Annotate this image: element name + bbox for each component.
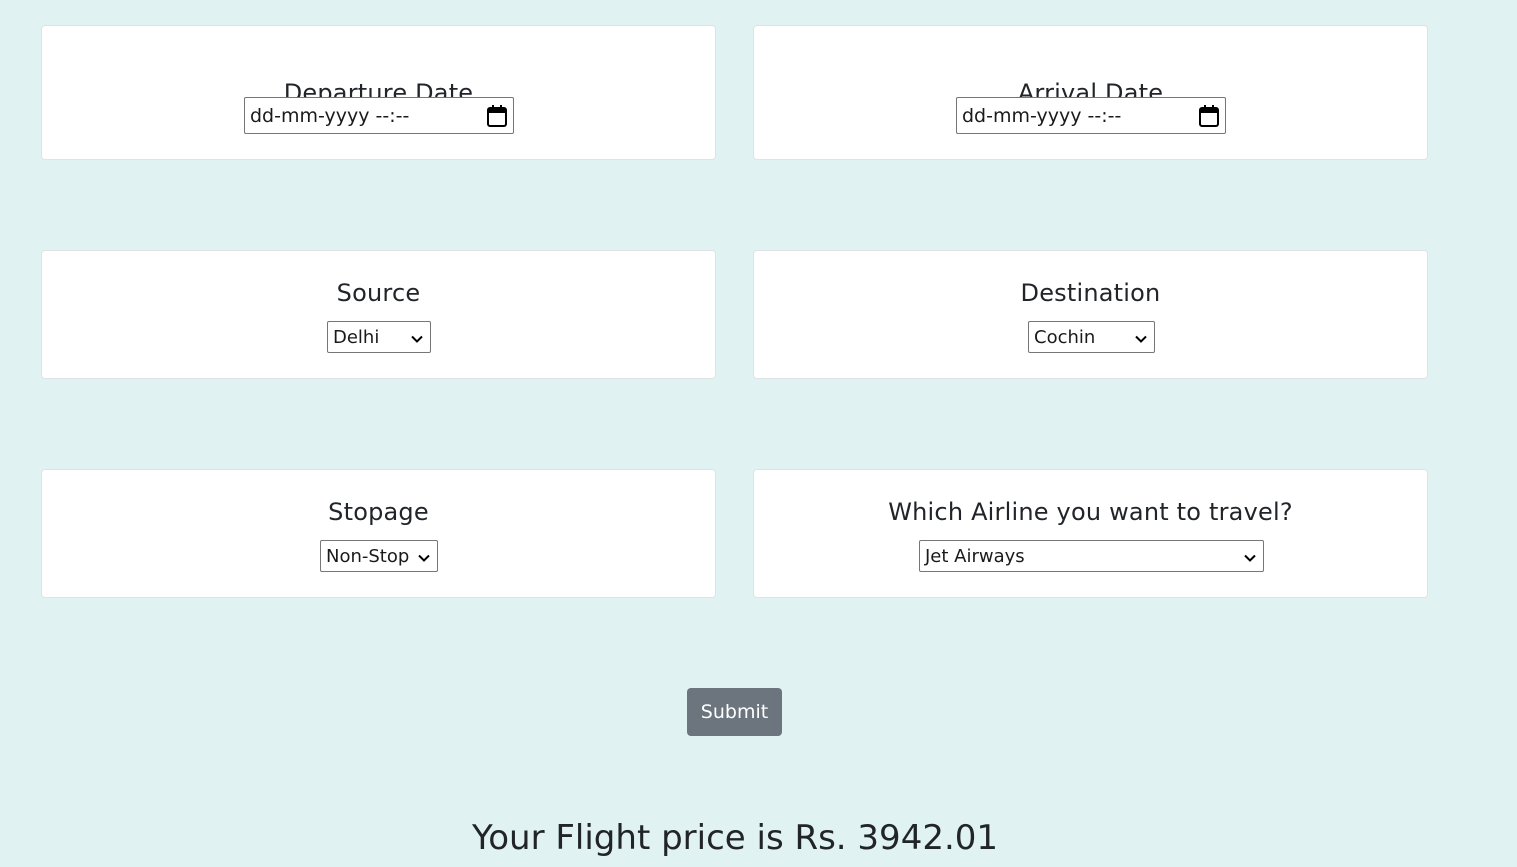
calendar-icon[interactable] (487, 104, 507, 127)
arrival-date-card: Arrival Date dd-mm-yyyy --:-- (753, 25, 1428, 160)
stopage-selected-value: Non-Stop (326, 545, 410, 567)
source-select[interactable]: Delhi (327, 321, 431, 353)
departure-date-placeholder: dd-mm-yyyy --:-- (250, 104, 410, 127)
airline-selected-value: Jet Airways (925, 545, 1025, 567)
destination-select[interactable]: Cochin (1028, 321, 1155, 353)
departure-date-card: Departure Date dd-mm-yyyy --:-- (41, 25, 716, 160)
chevron-down-icon (417, 549, 431, 563)
submit-button[interactable]: Submit (687, 688, 782, 736)
stopage-title: Stopage (328, 498, 429, 526)
calendar-icon[interactable] (1199, 104, 1219, 127)
submit-button-label: Submit (700, 701, 769, 723)
destination-selected-value: Cochin (1034, 326, 1096, 348)
arrival-date-input[interactable]: dd-mm-yyyy --:-- (956, 97, 1226, 134)
stopage-select[interactable]: Non-Stop (320, 540, 438, 572)
destination-card: Destination Cochin (753, 250, 1428, 379)
chevron-down-icon (410, 330, 424, 344)
chevron-down-icon (1134, 330, 1148, 344)
source-card: Source Delhi (41, 250, 716, 379)
source-selected-value: Delhi (333, 326, 380, 348)
airline-card: Which Airline you want to travel? Jet Ai… (753, 469, 1428, 598)
flight-price-result: Your Flight price is Rs. 3942.01 (471, 818, 999, 858)
airline-title: Which Airline you want to travel? (888, 498, 1293, 526)
stopage-card: Stopage Non-Stop (41, 469, 716, 598)
chevron-down-icon (1243, 549, 1257, 563)
destination-title: Destination (1020, 279, 1161, 307)
airline-select[interactable]: Jet Airways (919, 540, 1264, 572)
source-title: Source (336, 279, 421, 307)
arrival-date-placeholder: dd-mm-yyyy --:-- (962, 104, 1122, 127)
departure-date-input[interactable]: dd-mm-yyyy --:-- (244, 97, 514, 134)
